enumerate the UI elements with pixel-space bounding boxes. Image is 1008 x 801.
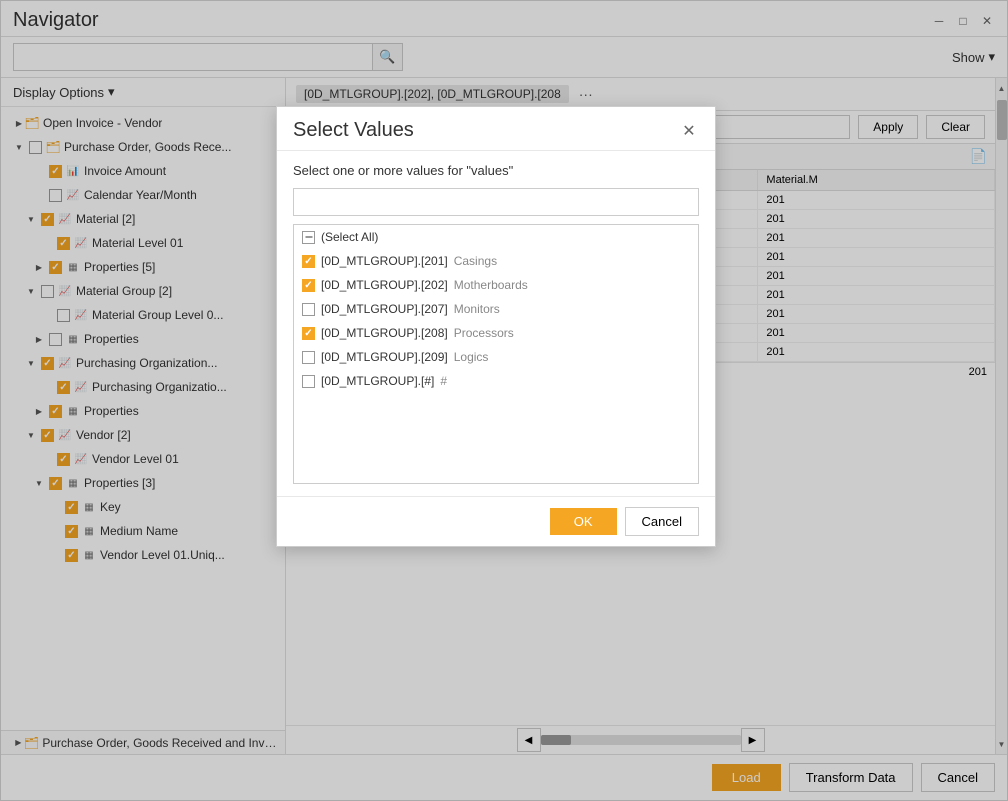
select-values-modal: Select Values ✕ Select one or more value… <box>276 106 716 547</box>
modal-cancel-button[interactable]: Cancel <box>625 507 699 536</box>
modal-list-item[interactable]: ✓ [0D_MTLGROUP].[202] Motherboards <box>294 273 698 297</box>
modal-subtitle: Select one or more values for "values" <box>293 163 699 178</box>
modal-item-value: Logics <box>454 350 489 364</box>
modal-list-item[interactable]: ✓ [0D_MTLGROUP].[208] Processors <box>294 321 698 345</box>
modal-list-item[interactable]: ✓ [0D_MTLGROUP].[201] Casings <box>294 249 698 273</box>
modal-item-checkbox[interactable] <box>302 231 315 244</box>
modal-item-value: Monitors <box>454 302 500 316</box>
modal-close-button[interactable]: ✕ <box>679 121 699 141</box>
modal-item-value: Motherboards <box>454 278 528 292</box>
modal-item-checkbox[interactable]: ✓ <box>302 255 315 268</box>
modal-item-value: Processors <box>454 326 514 340</box>
modal-overlay: Select Values ✕ Select one or more value… <box>1 1 1007 800</box>
modal-list-item[interactable]: [0D_MTLGROUP].[#] # <box>294 369 698 393</box>
modal-item-checkbox[interactable] <box>302 351 315 364</box>
modal-list[interactable]: (Select All)✓[0D_MTLGROUP].[201]Casings✓… <box>293 224 699 484</box>
modal-item-key: [0D_MTLGROUP].[#] <box>321 374 434 388</box>
modal-title: Select Values <box>293 119 414 142</box>
modal-search-input[interactable] <box>293 188 699 216</box>
modal-item-key: [0D_MTLGROUP].[207] <box>321 302 448 316</box>
modal-item-key: [0D_MTLGROUP].[208] <box>321 326 448 340</box>
modal-list-item[interactable]: [0D_MTLGROUP].[209] Logics <box>294 345 698 369</box>
modal-item-checkbox[interactable] <box>302 375 315 388</box>
modal-item-checkbox[interactable] <box>302 303 315 316</box>
modal-list-item[interactable]: (Select All) <box>294 225 698 249</box>
modal-item-key: [0D_MTLGROUP].[202] <box>321 278 448 292</box>
modal-ok-button[interactable]: OK <box>550 508 617 535</box>
modal-body: Select one or more values for "values" (… <box>277 151 715 496</box>
main-window: Navigator ─ □ ✕ 🔍 Show ▾ Display Options… <box>0 0 1008 801</box>
modal-item-key: (Select All) <box>321 230 378 244</box>
modal-item-key: [0D_MTLGROUP].[201] <box>321 254 448 268</box>
modal-item-checkbox[interactable]: ✓ <box>302 279 315 292</box>
modal-list-item[interactable]: [0D_MTLGROUP].[207] Monitors <box>294 297 698 321</box>
modal-header: Select Values ✕ <box>277 107 715 151</box>
modal-item-value: Casings <box>454 254 497 268</box>
modal-footer: OK Cancel <box>277 496 715 546</box>
modal-item-checkbox[interactable]: ✓ <box>302 327 315 340</box>
modal-item-key: [0D_MTLGROUP].[209] <box>321 350 448 364</box>
modal-item-value: # <box>440 374 447 388</box>
